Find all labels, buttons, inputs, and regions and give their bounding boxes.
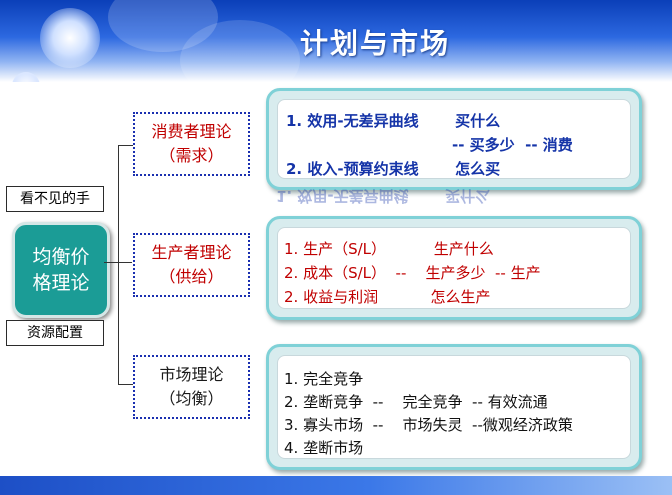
panel-line: -- 买多少 -- 消费: [452, 136, 573, 154]
panel-line: 2. 垄断竞争 -- 完全竞争 -- 有效流通: [284, 393, 548, 411]
panel-line: 2. 收益与利润 怎么生产: [284, 288, 491, 306]
slide-header: 计划与市场: [0, 0, 672, 82]
theory-subtitle: （均衡）: [159, 389, 224, 408]
panel-line: 2. 成本（S/L） -- 生产多少 -- 生产: [284, 264, 541, 282]
equilibrium-price-theory-box: 均衡价 格理论: [12, 222, 110, 318]
reflection-text: 1. 效用-无差异曲线 买什么: [276, 187, 491, 205]
theory-title: 市场理论: [159, 365, 224, 384]
decorative-bubble: [40, 8, 100, 68]
panel-line: 1. 效用-无差异曲线 买什么: [286, 112, 501, 130]
panel-line: 2. 收入-预算约束线 怎么买: [286, 160, 501, 178]
panel-line: 1. 完全竞争: [284, 370, 364, 388]
connector-line: [118, 262, 132, 263]
panel-reflection: 1. 效用-无差异曲线 买什么: [266, 186, 636, 212]
panel-inner: 1. 生产（S/L） 生产什么 2. 成本（S/L） -- 生产多少 -- 生产…: [277, 227, 631, 309]
center-line-1: 均衡价: [32, 246, 90, 268]
theory-title: 消费者理论: [151, 122, 232, 141]
slide-title: 计划与市场: [300, 27, 451, 60]
producer-detail-panel: 1. 生产（S/L） 生产什么 2. 成本（S/L） -- 生产多少 -- 生产…: [266, 216, 642, 320]
center-line-2: 格理论: [32, 272, 90, 294]
panel-line: 4. 垄断市场: [284, 439, 364, 457]
market-theory-box: 市场理论 （均衡）: [133, 355, 250, 419]
panel-inner: 1. 效用-无差异曲线 买什么 -- 买多少 -- 消费 2. 收入-预算约束线…: [277, 99, 631, 179]
slide-footer-bar: [0, 476, 672, 495]
bracket-connector: [118, 145, 133, 385]
theory-title: 生产者理论: [151, 243, 232, 262]
connector-line: [104, 262, 118, 263]
theory-subtitle: （供给）: [159, 267, 224, 286]
market-detail-panel: 1. 完全竞争 2. 垄断竞争 -- 完全竞争 -- 有效流通 3. 寡头市场 …: [266, 344, 642, 470]
consumer-detail-panel: 1. 效用-无差异曲线 买什么 -- 买多少 -- 消费 2. 收入-预算约束线…: [266, 88, 642, 190]
consumer-theory-box: 消费者理论 （需求）: [133, 112, 250, 176]
panel-line: 3. 寡头市场 -- 市场失灵 --微观经济政策: [284, 416, 573, 434]
panel-line: 1. 生产（S/L） 生产什么: [284, 240, 494, 258]
resource-allocation-label: 资源配置: [6, 320, 104, 346]
producer-theory-box: 生产者理论 （供给）: [133, 233, 250, 297]
theory-subtitle: （需求）: [159, 146, 224, 165]
panel-inner: 1. 完全竞争 2. 垄断竞争 -- 完全竞争 -- 有效流通 3. 寡头市场 …: [277, 355, 631, 459]
invisible-hand-label: 看不见的手: [6, 186, 104, 212]
decorative-bubble: [12, 72, 40, 82]
